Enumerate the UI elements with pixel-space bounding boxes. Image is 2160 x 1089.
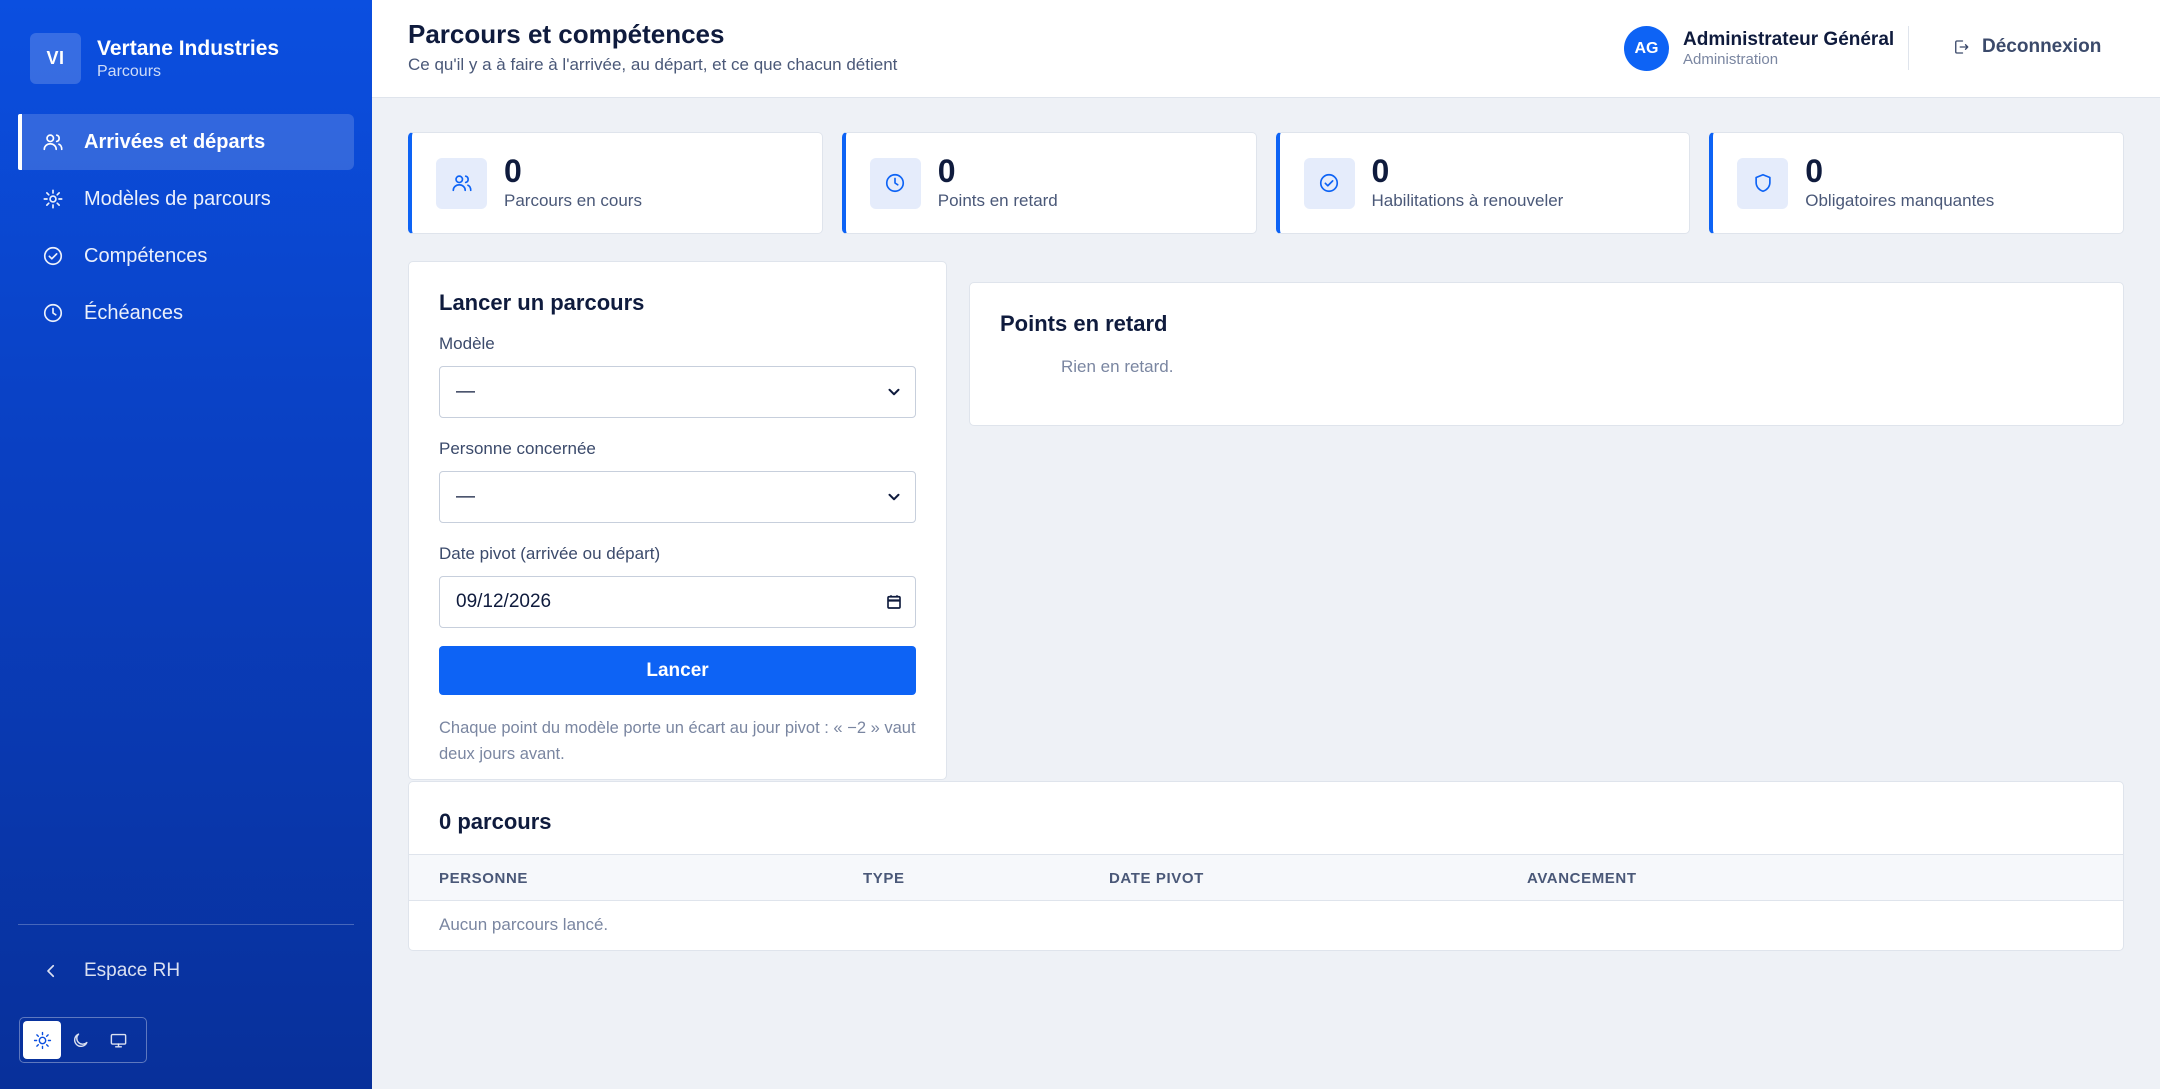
sidebar-item-label: Arrivées et départs [84, 130, 266, 153]
stat-card-obligatoires: 0 Obligatoires manquantes [1709, 132, 2124, 234]
date-label: Date pivot (arrivée ou départ) [439, 544, 661, 563]
stat-value: 0 [937, 153, 956, 189]
chevron-left-icon [42, 962, 60, 980]
user-menu[interactable]: AG Administrateur Général Administration [1624, 26, 1894, 71]
launch-parcours-panel: Lancer un parcours Modèle — Personne con… [408, 261, 947, 780]
brand: VI Vertane Industries Parcours [30, 33, 279, 84]
logout-button[interactable]: Déconnexion [1952, 36, 2101, 58]
sidebar: VI Vertane Industries Parcours Arrivées … [0, 0, 372, 1089]
brand-name: Vertane Industries [97, 36, 280, 60]
column-header-avancement[interactable]: AVANCEMENT [1527, 870, 1637, 887]
page-title: Parcours et compétences [408, 19, 725, 49]
theme-switcher [19, 1017, 147, 1063]
logout-label: Déconnexion [1982, 36, 2102, 57]
panel-title: Lancer un parcours [439, 290, 645, 315]
chevron-down-icon [885, 383, 903, 401]
theme-dark-button[interactable] [61, 1021, 99, 1059]
sidebar-item-modeles[interactable]: Modèles de parcours [18, 171, 354, 227]
check-circle-icon [42, 245, 64, 267]
clock-icon [42, 302, 64, 324]
stat-value: 0 [1371, 153, 1390, 189]
calendar-icon[interactable] [885, 593, 903, 611]
empty-state: Rien en retard. [1061, 357, 1174, 376]
stat-card-points-en-retard: 0 Points en retard [841, 132, 1257, 234]
stat-label: Obligatoires manquantes [1805, 191, 1995, 210]
back-link-label: Espace RH [84, 960, 181, 981]
stat-label: Parcours en cours [504, 191, 642, 210]
launch-button[interactable]: Lancer [439, 646, 916, 695]
date-pivot-value: 09/12/2026 [456, 591, 552, 612]
page-subtitle: Ce qu'il y a à faire à l'arrivée, au dép… [408, 55, 898, 74]
theme-system-button[interactable] [99, 1021, 137, 1059]
brand-subtitle: Parcours [97, 62, 162, 80]
sun-icon [33, 1031, 51, 1049]
logout-icon [1952, 38, 1970, 56]
column-header-personne[interactable]: PERSONNE [439, 870, 528, 887]
back-to-hr-link[interactable]: Espace RH [42, 960, 180, 982]
sidebar-item-label: Modèles de parcours [84, 187, 271, 210]
panel-title: 0 parcours [439, 809, 552, 834]
table-header: PERSONNE TYPE DATE PIVOT AVANCEMENT [409, 854, 2123, 901]
stat-card-habilitations: 0 Habilitations à renouveler [1275, 132, 1691, 234]
check-circle-icon [1303, 157, 1355, 209]
sidebar-nav: Arrivées et départs Modèles de parcours … [18, 114, 354, 342]
late-points-panel: Points en retard Rien en retard. [969, 282, 2124, 426]
sidebar-item-competences[interactable]: Compétences [18, 228, 354, 284]
monitor-icon [110, 1033, 126, 1048]
stat-value: 0 [504, 153, 522, 189]
person-label: Personne concernée [439, 439, 596, 458]
model-label: Modèle [439, 334, 495, 353]
sidebar-item-echeances[interactable]: Échéances [18, 285, 354, 341]
users-icon [436, 157, 487, 209]
person-select[interactable]: — [439, 471, 916, 523]
sidebar-divider [18, 924, 354, 925]
stat-label: Habilitations à renouveler [1371, 191, 1564, 210]
parcours-table-panel: 0 parcours PERSONNE TYPE DATE PIVOT AVAN… [408, 781, 2124, 951]
user-name: Administrateur Général [1683, 28, 1895, 50]
panel-title: Points en retard [1000, 311, 1168, 336]
model-select[interactable]: — [439, 366, 916, 418]
sidebar-item-label: Compétences [84, 244, 208, 267]
user-role: Administration [1683, 50, 1779, 68]
stat-cards: 0 Parcours en cours 0 Points en retard 0… [408, 132, 2124, 234]
gear-icon [42, 188, 64, 210]
sidebar-item-label: Échéances [84, 301, 183, 324]
date-pivot-input[interactable]: 09/12/2026 [439, 576, 916, 628]
avatar: AG [1624, 26, 1669, 71]
theme-light-button[interactable] [23, 1021, 61, 1059]
column-header-type[interactable]: TYPE [863, 870, 905, 887]
users-icon [42, 131, 64, 153]
stat-label: Points en retard [937, 191, 1058, 210]
shield-icon [1737, 157, 1789, 209]
top-header: Parcours et compétences Ce qu'il y a à f… [372, 0, 2160, 98]
person-select-value: — [456, 486, 475, 507]
header-divider [1908, 26, 1909, 70]
clock-icon [869, 157, 921, 209]
empty-state: Aucun parcours lancé. [439, 915, 609, 934]
chevron-down-icon [885, 488, 903, 506]
model-select-value: — [456, 381, 475, 402]
sidebar-item-arrivees-departs[interactable]: Arrivées et départs [18, 114, 354, 170]
help-text: Chaque point du modèle porte un écart au… [439, 719, 916, 763]
column-header-date-pivot[interactable]: DATE PIVOT [1109, 870, 1204, 887]
moon-icon [73, 1032, 88, 1047]
stat-value: 0 [1805, 153, 1824, 189]
stat-card-parcours-en-cours: 0 Parcours en cours [408, 132, 823, 234]
brand-logo: VI [30, 33, 81, 84]
